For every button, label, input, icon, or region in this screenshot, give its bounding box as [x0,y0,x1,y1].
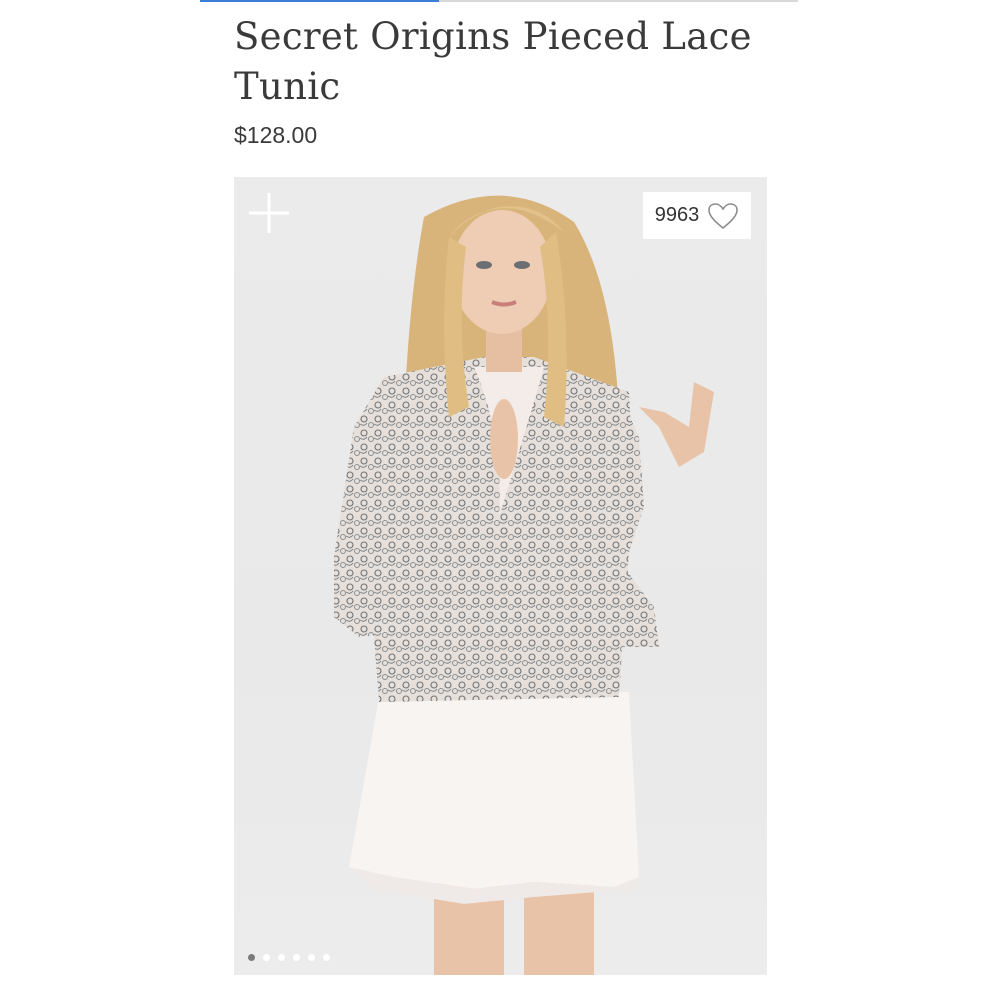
page-load-progress [200,0,798,2]
product-title: Secret Origins Pieced Lace Tunic [234,15,752,108]
slide-dot[interactable] [323,954,330,961]
heart-icon [708,202,739,229]
product-price: $128.00 [234,122,318,148]
slide-dot[interactable] [293,954,300,961]
like-button[interactable]: 9963 [643,192,751,239]
plus-icon[interactable] [249,193,289,233]
like-count: 9963 [654,204,700,226]
slide-indicator [248,954,330,961]
slide-dot[interactable] [278,954,285,961]
product-photo [334,195,714,975]
slide-dot[interactable] [263,954,270,961]
slide-dot[interactable] [308,954,315,961]
slide-dot[interactable] [248,954,255,961]
product-image[interactable]: 9963 [234,177,767,975]
page-load-progress-fill [200,0,440,2]
